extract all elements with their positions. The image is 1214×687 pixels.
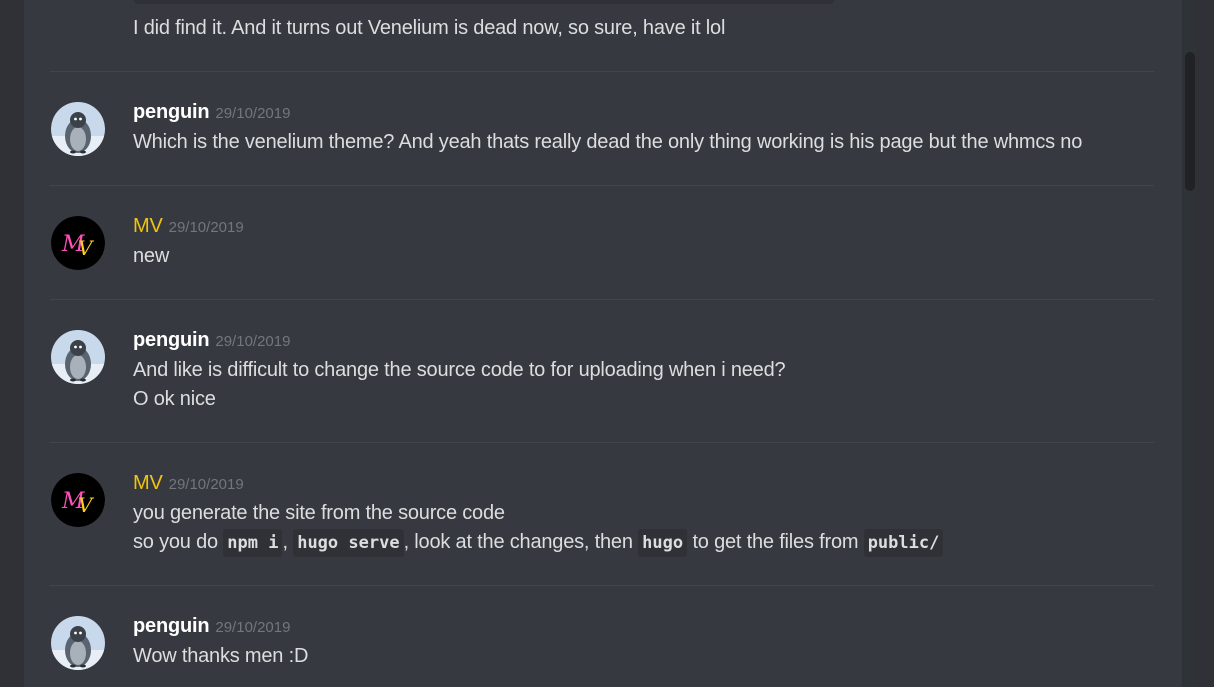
timestamp[interactable]: 29/10/2019 — [215, 619, 290, 636]
inline-code: hugo serve — [293, 529, 404, 557]
timestamp[interactable]: 29/10/2019 — [215, 333, 290, 350]
message-text: new — [133, 245, 170, 267]
text-fragment: , look at the changes, then — [403, 531, 639, 553]
inline-code: hugo — [638, 529, 688, 557]
message-divider — [50, 299, 1154, 300]
penguin-avatar-icon[interactable] — [51, 616, 105, 670]
message-header: MV 29/10/2019 — [133, 472, 244, 495]
message-header: penguin 29/10/2019 — [133, 615, 290, 638]
timestamp[interactable]: 29/10/2019 — [169, 476, 244, 493]
inline-code: npm i — [223, 529, 283, 557]
username[interactable]: penguin — [133, 329, 210, 351]
mv-avatar-icon[interactable]: M V — [51, 473, 105, 527]
username[interactable]: MV — [133, 215, 163, 237]
message-header: penguin 29/10/2019 — [133, 329, 290, 352]
message-divider — [50, 71, 1154, 72]
message-text: Wow thanks men :D — [133, 645, 309, 667]
svg-text:V: V — [78, 493, 95, 517]
text-fragment: so you do — [133, 531, 224, 553]
message-list[interactable]: I did find it. And it turns out Venelium… — [24, 0, 1182, 687]
message-header: MV 29/10/2019 — [133, 215, 244, 238]
scrollbar-thumb[interactable] — [1185, 52, 1195, 191]
penguin-avatar-icon[interactable] — [51, 330, 105, 384]
message-header: penguin 29/10/2019 — [133, 101, 290, 124]
timestamp[interactable]: 29/10/2019 — [169, 219, 244, 236]
inline-code: public/ — [863, 529, 944, 557]
message-text: you generate the site from the source co… — [133, 502, 505, 524]
message-divider — [50, 442, 1154, 443]
message-text: O ok nice — [133, 388, 216, 410]
message-text: Which is the venelium theme? And yeah th… — [133, 131, 1083, 153]
message-text: I did find it. And it turns out Venelium… — [133, 17, 726, 39]
username[interactable]: penguin — [133, 615, 210, 637]
message-text: And like is difficult to change the sour… — [133, 359, 786, 381]
username[interactable]: penguin — [133, 101, 210, 123]
message-divider — [50, 185, 1154, 186]
code-block-tail — [134, 0, 834, 4]
message-text-inline-code: so you do npm i, hugo serve, look at the… — [133, 529, 944, 557]
timestamp[interactable]: 29/10/2019 — [215, 105, 290, 122]
username[interactable]: MV — [133, 472, 163, 494]
svg-text:V: V — [78, 236, 95, 260]
mv-avatar-icon[interactable]: M V — [51, 216, 105, 270]
penguin-avatar-icon[interactable] — [51, 102, 105, 156]
text-fragment: to get the files from — [687, 531, 864, 553]
message-divider — [50, 585, 1154, 586]
text-fragment: , — [282, 531, 294, 553]
